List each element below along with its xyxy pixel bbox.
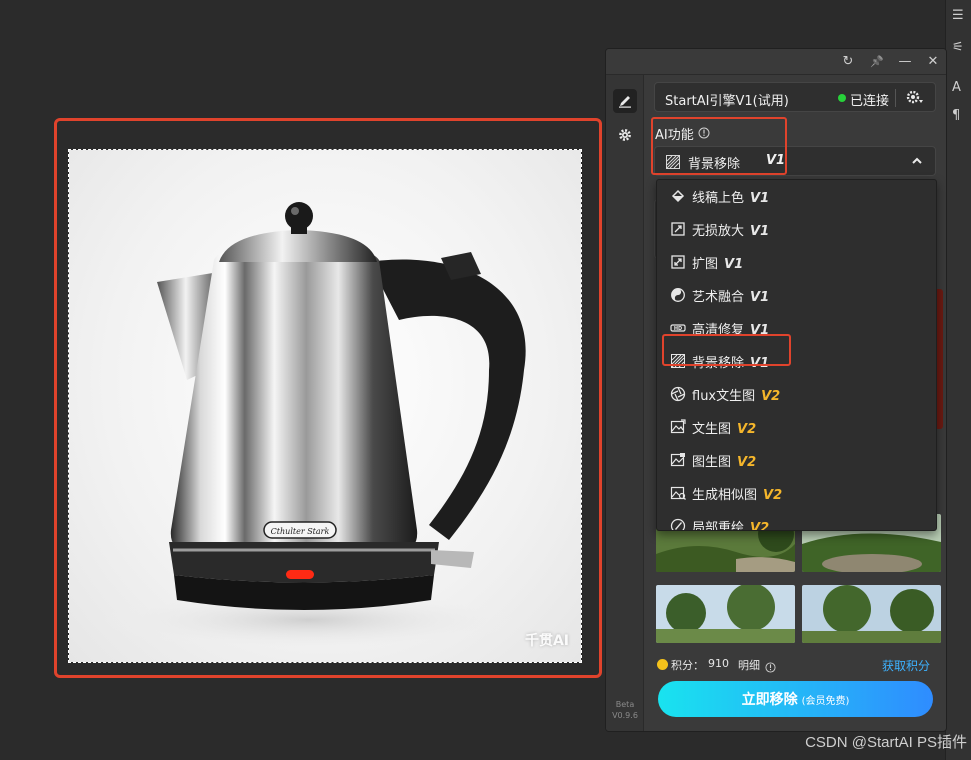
- layers-icon[interactable]: ☰: [952, 8, 964, 23]
- extend-image-icon: [671, 255, 685, 269]
- engine-divider: [895, 89, 896, 107]
- info-icon[interactable]: [765, 658, 776, 677]
- dropdown-item-partial-repaint[interactable]: 局部重绘 V2: [657, 510, 936, 531]
- side-rail: Beta V0.9.6: [606, 75, 644, 731]
- version-info: Beta V0.9.6: [606, 699, 644, 721]
- dropdown-item-extend-image[interactable]: 扩图 V1: [657, 246, 936, 279]
- expand-arrows-icon: [671, 222, 685, 236]
- paint-bucket-icon: [671, 189, 685, 203]
- dropdown-item-art-fusion[interactable]: 艺术融合 V1: [657, 279, 936, 312]
- connection-status-dot: [838, 94, 846, 102]
- dropdown-item-line-coloring[interactable]: 线稿上色 V1: [657, 180, 936, 213]
- document-canvas[interactable]: Cthulter Stark 千贯AI: [68, 149, 582, 663]
- kettle-image: Cthulter Stark: [99, 202, 526, 650]
- paragraph-icon[interactable]: ¶: [952, 108, 960, 123]
- credits-value: 910: [708, 657, 729, 670]
- similar-image-icon: [670, 486, 686, 500]
- panel-titlebar: ↻ 📌 — ✕: [606, 49, 946, 75]
- photoshop-right-toolbar: ☰ ⚟ A ¶: [945, 0, 971, 760]
- refresh-icon[interactable]: ↻: [839, 53, 857, 71]
- dropdown-item-version: V1: [724, 257, 744, 272]
- dropdown-item-similar-image[interactable]: 生成相似图 V2: [657, 477, 936, 510]
- dropdown-item-flux-text-to-image[interactable]: flux文生图 V2: [657, 378, 936, 411]
- flux-aperture-icon: [670, 386, 686, 402]
- result-thumbnail[interactable]: [802, 585, 941, 643]
- member-free-label: (会员免费): [801, 696, 850, 707]
- adjust-icon[interactable]: ⚟: [952, 40, 964, 55]
- product-label: Cthulter Stark: [271, 527, 330, 536]
- dropdown-item-version: V2: [761, 389, 781, 404]
- minimize-icon[interactable]: —: [896, 53, 914, 71]
- character-icon[interactable]: A: [952, 80, 961, 95]
- result-thumbnail[interactable]: [656, 585, 795, 643]
- version-number: V0.9.6: [612, 711, 638, 720]
- dropdown-item-label: 扩图: [692, 257, 719, 272]
- dropdown-item-lossless-upscale[interactable]: 无损放大 V1: [657, 213, 936, 246]
- coin-icon: [657, 659, 668, 670]
- dropdown-item-version: V2: [750, 521, 770, 531]
- text-to-image-icon: [670, 419, 686, 434]
- dropdown-item-version: V1: [750, 224, 770, 239]
- dropdown-item-label: 文生图: [692, 422, 732, 437]
- engine-settings-icon[interactable]: [905, 88, 925, 110]
- remove-now-label: 立即移除: [741, 692, 798, 708]
- dropdown-item-text-to-image[interactable]: 文生图 V2: [657, 411, 936, 444]
- dropdown-item-version: V2: [763, 488, 783, 503]
- dropdown-item-label: 生成相似图: [692, 488, 758, 503]
- connection-status: 已连接: [850, 94, 890, 109]
- credits-detail-link[interactable]: 明细: [738, 657, 760, 673]
- dropdown-item-label: 艺术融合: [692, 290, 745, 305]
- beta-label: Beta: [615, 700, 635, 709]
- art-fusion-icon: [671, 288, 685, 302]
- pen-icon: [619, 96, 631, 108]
- csdn-watermark: CSDN @StartAI PS插件: [805, 734, 967, 751]
- dropdown-item-label: flux文生图: [692, 389, 756, 404]
- engine-selector[interactable]: StartAI引擎V1(试用) 已连接: [654, 82, 936, 112]
- svg-text:HD: HD: [674, 326, 682, 332]
- credits-label: 积分：: [671, 659, 704, 672]
- dropdown-item-label: 图生图: [692, 455, 732, 470]
- dropdown-item-label: 局部重绘: [692, 521, 745, 531]
- get-credits-link[interactable]: 获取积分: [882, 657, 930, 674]
- close-icon[interactable]: ✕: [924, 53, 942, 71]
- selection-highlight: [651, 117, 787, 175]
- dropdown-item-version: V1: [750, 290, 770, 305]
- credits-bar: 积分： 910 明细 获取积分: [654, 656, 936, 674]
- watermark-text: 千贯AI: [524, 633, 569, 649]
- startai-plugin-panel: ↻ 📌 — ✕ Beta V0.9.6 StartAI引擎V1(试用) 已连接 …: [605, 48, 947, 732]
- pin-icon[interactable]: 📌: [868, 53, 886, 71]
- dropdown-item-version: V2: [737, 455, 757, 470]
- ai-tools-tab[interactable]: [613, 89, 637, 113]
- gear-icon: [619, 129, 631, 141]
- dropdown-item-image-to-image[interactable]: 图生图 V2: [657, 444, 936, 477]
- dropdown-item-version: V2: [737, 422, 757, 437]
- dropdown-item-version: V1: [750, 191, 770, 206]
- chevron-up-icon: [912, 157, 922, 164]
- remove-now-button[interactable]: 立即移除 (会员免费): [658, 681, 933, 717]
- image-to-image-icon: [670, 453, 685, 467]
- brush-repaint-icon: [670, 518, 686, 530]
- dropdown-item-label: 无损放大: [692, 224, 745, 239]
- settings-tab[interactable]: [613, 123, 637, 147]
- item-highlight: [662, 334, 791, 366]
- engine-name: StartAI引擎V1(试用): [665, 94, 789, 109]
- dropdown-item-label: 线稿上色: [692, 191, 745, 206]
